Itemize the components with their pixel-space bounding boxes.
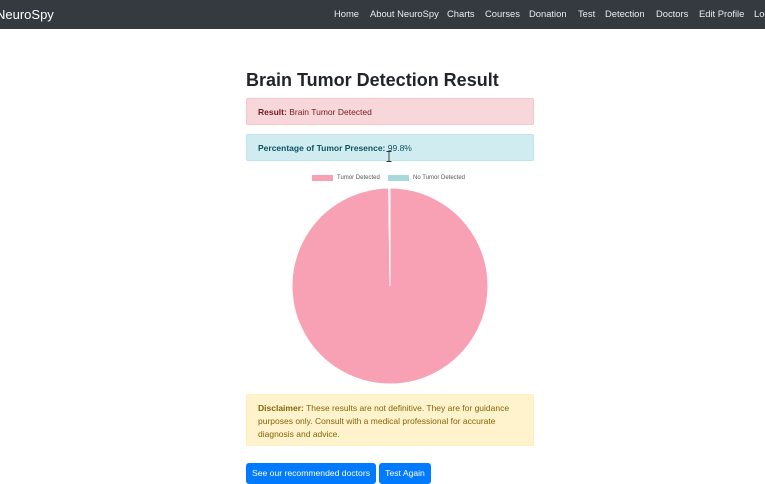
nav-detection[interactable]: Detection — [605, 8, 645, 19]
nav-logout[interactable]: Logout — [754, 8, 765, 19]
nav-edit-profile[interactable]: Edit Profile — [699, 8, 744, 19]
result-label: Result: — [258, 107, 287, 117]
result-value: Brain Tumor Detected — [289, 107, 372, 117]
nav-menu: Home About NeuroSpy Charts Courses Donat… — [0, 0, 765, 29]
disclaimer-label: Disclaimer: — [258, 403, 304, 413]
page-title: Brain Tumor Detection Result — [246, 70, 499, 90]
percentage-label: Percentage of Tumor Presence: — [258, 143, 386, 153]
test-again-button[interactable]: Test Again — [379, 463, 431, 484]
navbar: NeuroSpy Home About NeuroSpy Charts Cour… — [0, 0, 765, 29]
nav-doctors[interactable]: Doctors — [656, 8, 688, 19]
nav-home[interactable]: Home — [334, 8, 359, 19]
result-alert: Result: Brain Tumor Detected — [246, 98, 534, 125]
legend-label-tumor: Tumor Detected — [337, 175, 380, 181]
recommended-doctors-button[interactable]: See our recommended doctors — [246, 463, 376, 484]
legend-swatch-no-tumor — [388, 175, 409, 181]
legend-label-no-tumor: No Tumor Detected — [413, 175, 466, 181]
nav-test[interactable]: Test — [578, 8, 595, 19]
nav-donation[interactable]: Donation — [529, 8, 567, 19]
pie-chart — [291, 187, 489, 385]
legend-swatch-tumor — [312, 175, 333, 181]
disclaimer-alert: Disclaimer: These results are not defini… — [246, 394, 534, 446]
nav-charts[interactable]: Charts — [447, 8, 475, 19]
text-cursor-icon — [386, 151, 392, 162]
nav-about[interactable]: About NeuroSpy — [370, 8, 439, 19]
nav-courses[interactable]: Courses — [485, 8, 520, 19]
